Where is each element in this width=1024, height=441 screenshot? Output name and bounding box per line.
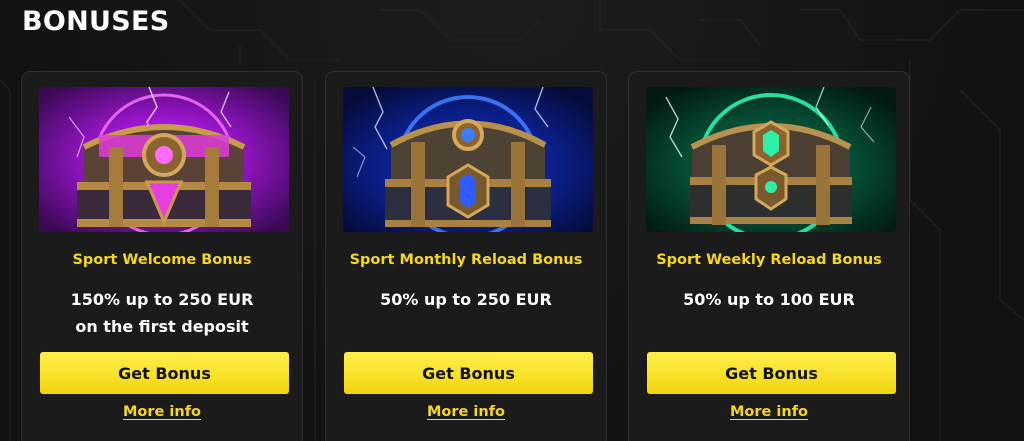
green-treasure-chest-icon: [646, 87, 896, 232]
more-info-link[interactable]: More info: [326, 404, 606, 420]
bonus-offer-line: 150% up to 250 EUR: [70, 290, 254, 309]
bonus-offer: 50% up to 100 EUR: [629, 286, 909, 313]
bonus-title: Sport Monthly Reload Bonus: [349, 252, 583, 268]
bonus-card-welcome: Sport Welcome Bonus 150% up to 250 EUR o…: [21, 71, 303, 441]
bonus-offer-line: 50% up to 100 EUR: [683, 290, 855, 309]
bonus-title: Sport Welcome Bonus: [72, 252, 252, 268]
blue-treasure-chest-icon: [343, 87, 593, 232]
more-info-link[interactable]: More info: [629, 404, 909, 420]
bonus-offer: 50% up to 250 EUR: [326, 286, 606, 313]
bonus-offer: 150% up to 250 EUR on the first deposit: [22, 286, 302, 340]
bonus-title: Sport Weekly Reload Bonus: [656, 252, 882, 268]
page-title: BONUSES: [22, 6, 170, 37]
bonus-offer-line: on the first deposit: [75, 317, 249, 336]
more-info-link[interactable]: More info: [22, 404, 302, 420]
get-bonus-button[interactable]: Get Bonus: [647, 352, 896, 394]
get-bonus-button[interactable]: Get Bonus: [40, 352, 289, 394]
get-bonus-button[interactable]: Get Bonus: [344, 352, 593, 394]
bonus-card-weekly-reload: Sport Weekly Reload Bonus 50% up to 100 …: [628, 71, 910, 441]
bonus-card-monthly-reload: Sport Monthly Reload Bonus 50% up to 250…: [325, 71, 607, 441]
purple-treasure-chest-icon: [39, 87, 289, 232]
bonus-offer-line: 50% up to 250 EUR: [380, 290, 552, 309]
